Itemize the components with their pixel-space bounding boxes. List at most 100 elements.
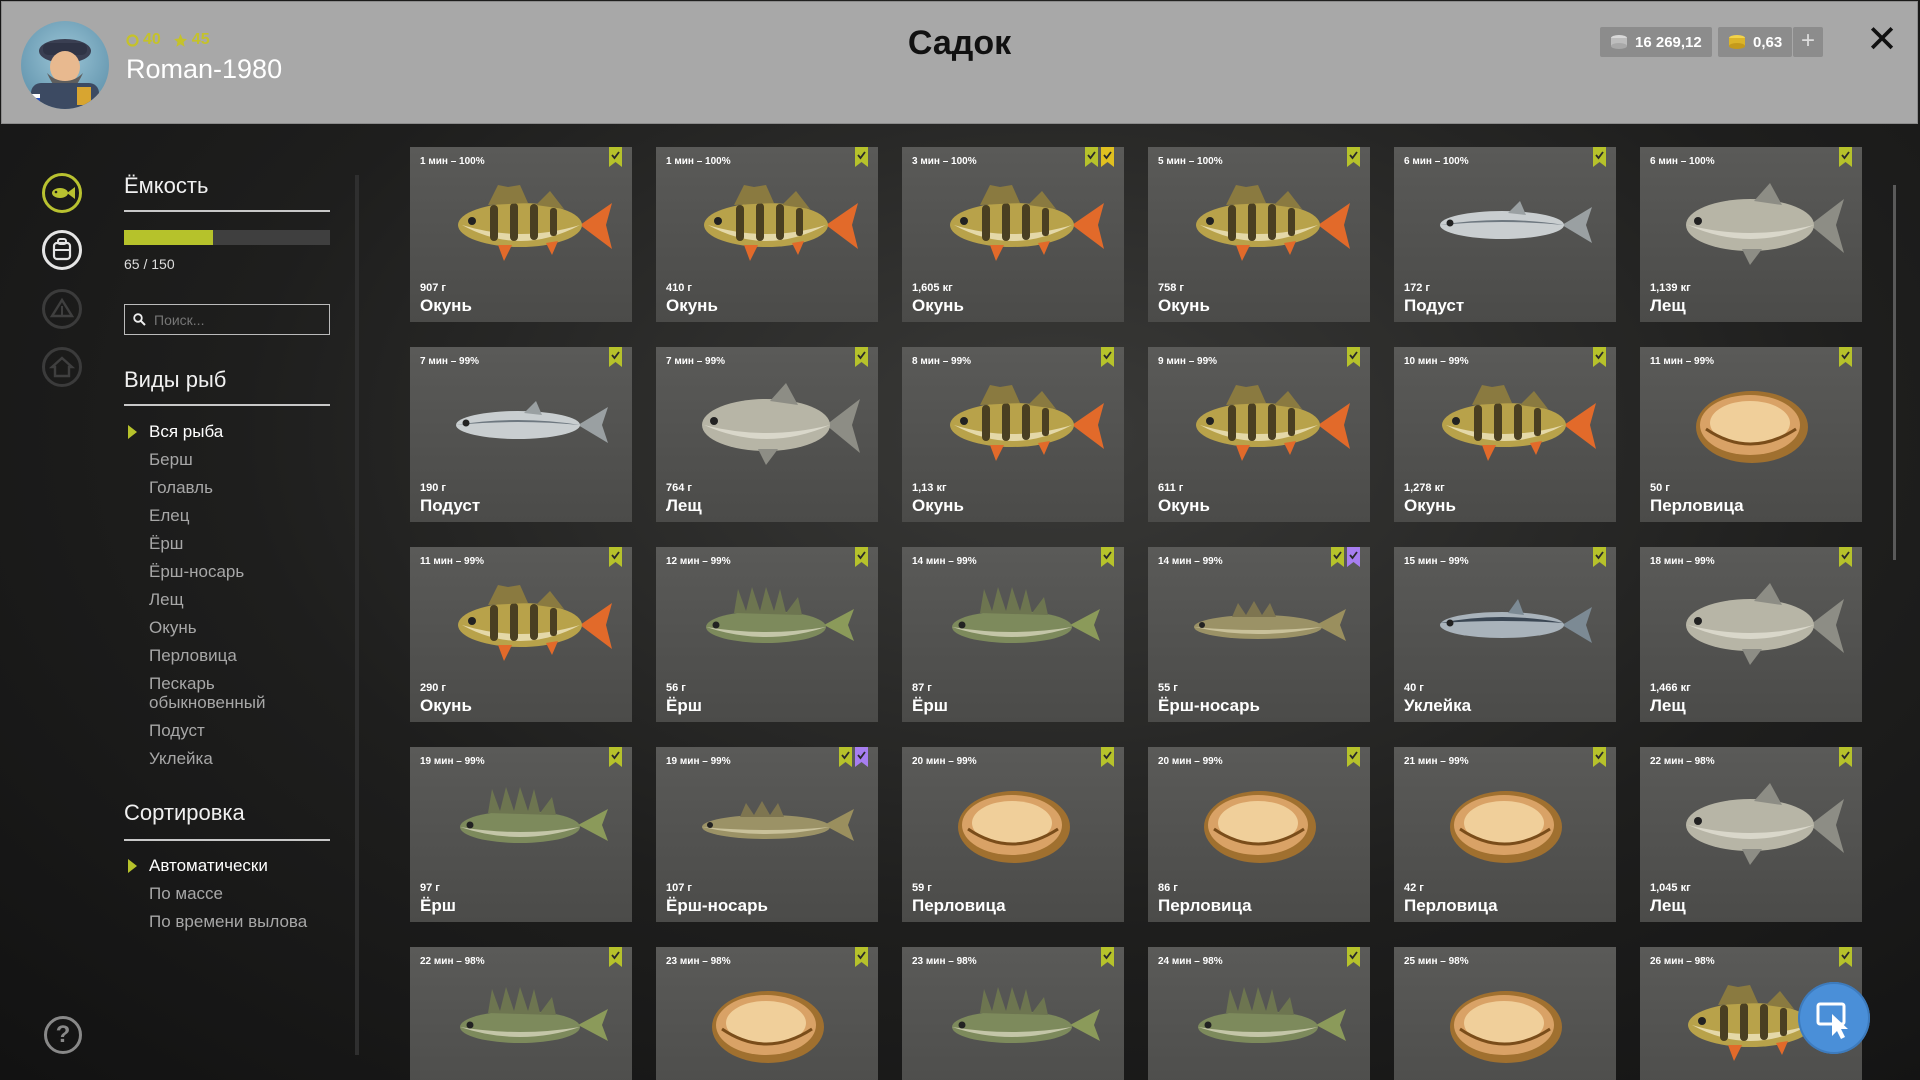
fish-badges <box>609 547 622 567</box>
fish-card[interactable]: 23 мин – 98% <box>656 947 878 1080</box>
keepnet-fish-tab[interactable] <box>42 173 82 213</box>
fish-name: Окунь <box>420 296 472 315</box>
species-filter-item[interactable]: Ёрш-носарь <box>124 562 330 581</box>
sort-option-item[interactable]: Автоматически <box>124 856 330 875</box>
tent-icon <box>49 297 75 318</box>
sort-option-item[interactable]: По времени вылова <box>124 912 330 931</box>
catch-time-quality: 23 мин – 98% <box>666 956 731 967</box>
fish-name: Окунь <box>1158 496 1210 515</box>
fish-weight: 56 г <box>666 682 686 694</box>
fish-card[interactable]: 1 мин – 100% 907 г Окунь <box>410 147 632 322</box>
catch-time-quality: 20 мин – 99% <box>912 756 977 767</box>
catch-time-quality: 7 мин – 99% <box>666 356 726 367</box>
catch-time-quality: 6 мин – 100% <box>1650 156 1715 167</box>
catch-time-quality: 1 мин – 100% <box>420 156 485 167</box>
fish-card[interactable]: 3 мин – 100% 1,605 кг Окунь <box>902 147 1124 322</box>
search-input[interactable] <box>152 310 326 329</box>
catch-time-quality: 11 мин – 99% <box>420 556 485 567</box>
ruffe-fish-icon <box>460 987 608 1043</box>
fish-badges <box>855 547 868 567</box>
fish-card[interactable]: 7 мин – 99% 764 г Лещ <box>656 347 878 522</box>
fish-badges <box>1101 347 1114 367</box>
fish-card[interactable]: 9 мин – 99% 611 г Окунь <box>1148 347 1370 522</box>
ruffe-fish-icon <box>952 587 1100 643</box>
mussel-fish-icon <box>1204 791 1316 863</box>
silver-balance[interactable]: 16 269,12 <box>1600 27 1712 57</box>
fish-card[interactable]: 22 мин – 98% 1,045 кг Лещ <box>1640 747 1862 922</box>
sort-divider <box>124 839 330 841</box>
top-bar: 40 45 Roman-1980 Садок 16 269,12 0,63 + … <box>1 1 1918 124</box>
bream-fish-icon <box>702 383 860 465</box>
fish-badges <box>1839 347 1852 367</box>
fish-card[interactable]: 11 мин – 99% 290 г Окунь <box>410 547 632 722</box>
fish-card[interactable]: 25 мин – 98% <box>1394 947 1616 1080</box>
perch-fish-icon <box>1442 385 1596 461</box>
fish-card[interactable]: 1 мин – 100% 410 г Окунь <box>656 147 878 322</box>
catch-time-quality: 12 мин – 99% <box>666 556 731 567</box>
species-filter-item[interactable]: Лещ <box>124 590 330 609</box>
fish-card[interactable]: 21 мин – 99% 42 г Перловица <box>1394 747 1616 922</box>
species-filter-item[interactable]: Пескарь обыкновенный <box>124 674 330 712</box>
sort-option-item[interactable]: По массе <box>124 884 330 903</box>
catch-time-quality: 1 мин – 100% <box>666 156 731 167</box>
close-icon: ✕ <box>1866 19 1898 61</box>
grid-scrollbar[interactable] <box>1893 185 1896 560</box>
help-button[interactable]: ? <box>44 1016 82 1054</box>
pike-fish-icon <box>1194 601 1346 641</box>
fish-card[interactable]: 12 мин – 99% 56 г Ёрш <box>656 547 878 722</box>
species-filter-item[interactable]: Вся рыба <box>124 422 330 441</box>
fish-card[interactable]: 18 мин – 99% 1,466 кг Лещ <box>1640 547 1862 722</box>
mussel-fish-icon <box>1450 791 1562 863</box>
species-filter-item[interactable]: Голавль <box>124 478 330 497</box>
fish-card[interactable]: 15 мин – 99% 40 г Уклейка <box>1394 547 1616 722</box>
fish-card[interactable]: 14 мин – 99% 87 г Ёрш <box>902 547 1124 722</box>
house-icon <box>48 356 76 378</box>
search-icon <box>133 313 146 326</box>
fish-card[interactable]: 24 мин – 98% <box>1148 947 1370 1080</box>
green-bookmark-icon <box>1593 547 1606 567</box>
fish-card[interactable]: 23 мин – 98% <box>902 947 1124 1080</box>
search-box[interactable] <box>124 304 330 335</box>
fish-card[interactable]: 14 мин – 99% 55 г Ёрш-носарь <box>1148 547 1370 722</box>
fish-card[interactable]: 5 мин – 100% 758 г Окунь <box>1148 147 1370 322</box>
gold-balance[interactable]: 0,63 <box>1718 27 1793 57</box>
species-filter-item[interactable]: Уклейка <box>124 749 330 768</box>
catch-time-quality: 9 мин – 99% <box>1158 356 1218 367</box>
fish-card[interactable]: 8 мин – 99% 1,13 кг Окунь <box>902 347 1124 522</box>
fish-card[interactable]: 11 мин – 99% 50 г Перловица <box>1640 347 1862 522</box>
mussel-fish-icon <box>958 791 1070 863</box>
fish-weight: 290 г <box>420 682 446 694</box>
question-icon: ? <box>55 1021 71 1048</box>
gold-value: 0,63 <box>1753 33 1783 51</box>
fish-badges <box>1101 747 1114 767</box>
fish-card[interactable]: 19 мин – 99% 97 г Ёрш <box>410 747 632 922</box>
fish-weight: 55 г <box>1158 682 1178 694</box>
inventory-tab[interactable] <box>42 230 82 270</box>
fish-card[interactable]: 20 мин – 99% 59 г Перловица <box>902 747 1124 922</box>
fish-card[interactable]: 6 мин – 100% 1,139 кг Лещ <box>1640 147 1862 322</box>
fish-card[interactable]: 6 мин – 100% 172 г Подуст <box>1394 147 1616 322</box>
add-currency-button[interactable]: + <box>1793 27 1823 57</box>
cursor-mode-button[interactable] <box>1798 982 1870 1054</box>
close-button[interactable]: ✕ <box>1864 19 1900 61</box>
species-filter-item[interactable]: Подуст <box>124 721 330 740</box>
green-bookmark-icon <box>609 147 622 167</box>
fish-card[interactable]: 10 мин – 99% 1,278 кг Окунь <box>1394 347 1616 522</box>
fish-name: Окунь <box>912 296 964 315</box>
catch-time-quality: 11 мин – 99% <box>1650 356 1715 367</box>
fish-card[interactable]: 20 мин – 99% 86 г Перловица <box>1148 747 1370 922</box>
fish-card[interactable]: 22 мин – 98% <box>410 947 632 1080</box>
fish-name: Перловица <box>1650 496 1744 515</box>
home-tab[interactable] <box>42 347 82 387</box>
green-bookmark-icon <box>1101 947 1114 967</box>
fish-card[interactable]: 7 мин – 99% 190 г Подуст <box>410 347 632 522</box>
green-bookmark-icon <box>1839 347 1852 367</box>
species-filter-item[interactable]: Перловица <box>124 646 330 665</box>
species-filter-item[interactable]: Ёрш <box>124 534 330 553</box>
fish-name: Окунь <box>666 296 718 315</box>
base-tab[interactable] <box>42 289 82 329</box>
fish-card[interactable]: 19 мин – 99% 107 г Ёрш-носарь <box>656 747 878 922</box>
species-filter-item[interactable]: Окунь <box>124 618 330 637</box>
species-filter-item[interactable]: Берш <box>124 450 330 469</box>
species-filter-item[interactable]: Елец <box>124 506 330 525</box>
